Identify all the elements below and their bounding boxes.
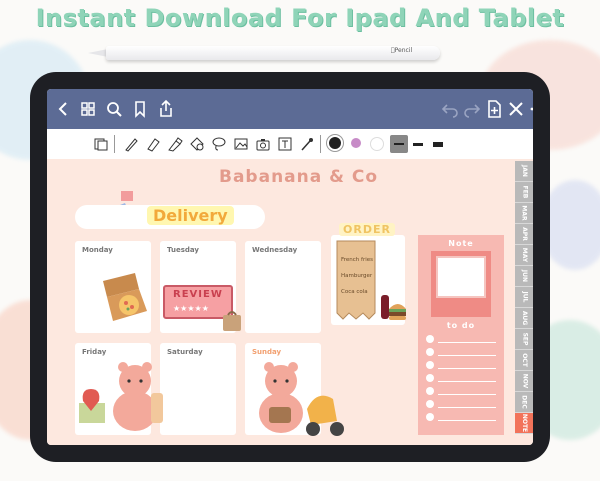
day-label: Wednesday xyxy=(252,246,298,254)
note-panel[interactable]: Note to do xyxy=(418,235,504,435)
pencil-brand: Pencil xyxy=(391,47,412,54)
tablet-device: Babanana & Co Delivery Monday Tuesday We… xyxy=(30,72,550,462)
camera-icon[interactable] xyxy=(255,136,271,152)
laser-icon[interactable] xyxy=(299,136,315,152)
tab-jun[interactable]: JUN xyxy=(515,266,533,287)
tab-oct[interactable]: OCT xyxy=(515,350,533,371)
tab-nov[interactable]: NOV xyxy=(515,371,533,392)
day-label: Monday xyxy=(82,246,113,254)
drawing-toolbar xyxy=(47,129,533,160)
todo-item[interactable] xyxy=(426,348,498,357)
planner-title: Babanana & Co xyxy=(219,167,379,187)
share-icon[interactable] xyxy=(155,98,177,120)
month-tab-strip: JAN FEB MAR APR MAY JUN JUL AUG SEP OCT … xyxy=(515,161,533,443)
shapes-icon[interactable] xyxy=(189,136,205,152)
bear-courier-illustration xyxy=(79,362,163,431)
chevron-left-icon[interactable] xyxy=(53,98,75,120)
delivery-label: Delivery xyxy=(147,206,234,225)
app-top-bar xyxy=(47,89,533,129)
tab-feb[interactable]: FEB xyxy=(515,182,533,203)
burger-illustration xyxy=(381,295,406,320)
undo-icon[interactable] xyxy=(439,98,461,120)
grid-icon[interactable] xyxy=(77,98,99,120)
tab-may[interactable]: MAY xyxy=(515,245,533,266)
close-icon[interactable] xyxy=(505,98,527,120)
tab-jan[interactable]: JAN xyxy=(515,161,533,182)
rating-stars: ★★★★★ xyxy=(173,304,209,313)
tab-dec[interactable]: DEC xyxy=(515,392,533,413)
delivery-bag-sticker xyxy=(223,311,241,331)
add-page-icon[interactable] xyxy=(483,98,505,120)
stroke-thin-button[interactable] xyxy=(390,135,408,153)
day-box-wednesday[interactable]: Wednesday xyxy=(245,241,321,333)
order-item: French fries xyxy=(341,257,374,263)
image-icon[interactable] xyxy=(233,136,249,152)
stroke-medium-button[interactable] xyxy=(413,143,423,146)
day-box-saturday[interactable]: Saturday xyxy=(160,343,236,435)
color-picker[interactable] xyxy=(370,137,384,151)
todo-title: to do xyxy=(446,321,476,330)
pen-icon[interactable] xyxy=(123,136,139,152)
tab-apr[interactable]: APR xyxy=(515,224,533,245)
bear-scooter-illustration xyxy=(259,362,344,436)
tab-aug[interactable]: AUG xyxy=(515,308,533,329)
day-label: Sunday xyxy=(252,348,282,356)
tab-jul[interactable]: JUL xyxy=(515,287,533,308)
text-icon[interactable] xyxy=(277,136,293,152)
receipt-illustration xyxy=(336,240,376,320)
tab-note[interactable]: NOTE xyxy=(515,413,533,434)
eraser-icon[interactable] xyxy=(145,136,161,152)
apple-pencil: Pencil xyxy=(88,44,440,62)
tab-sep[interactable]: SEP xyxy=(515,329,533,350)
search-icon[interactable] xyxy=(103,98,125,120)
pencil-tip xyxy=(88,49,108,57)
lasso-icon[interactable] xyxy=(211,136,227,152)
todo-item[interactable] xyxy=(426,374,498,383)
todo-item[interactable] xyxy=(426,400,498,409)
redo-icon[interactable] xyxy=(461,98,483,120)
order-title: ORDER xyxy=(339,223,395,236)
day-label: Saturday xyxy=(167,348,203,356)
note-title: Note xyxy=(448,239,474,248)
todo-item[interactable] xyxy=(426,387,498,396)
todo-item[interactable] xyxy=(426,335,498,344)
tab-mar[interactable]: MAR xyxy=(515,203,533,224)
stroke-thick-button[interactable] xyxy=(433,142,443,147)
order-item: Hamburger xyxy=(341,273,373,279)
planner-page[interactable]: Babanana & Co Delivery Monday Tuesday We… xyxy=(47,159,533,445)
pencil-body xyxy=(106,46,440,60)
review-label: REVIEW xyxy=(173,289,223,300)
pizza-box-sticker xyxy=(103,273,147,321)
todo-item[interactable] xyxy=(426,361,498,370)
layers-icon[interactable] xyxy=(93,136,109,152)
day-label: Tuesday xyxy=(167,246,199,254)
more-icon[interactable] xyxy=(525,98,533,120)
order-item: Coca cola xyxy=(341,289,368,295)
todo-item[interactable] xyxy=(426,413,498,422)
bookmark-icon[interactable] xyxy=(129,98,151,120)
note-frame xyxy=(431,251,491,317)
day-label: Friday xyxy=(82,348,107,356)
color-swatch-purple[interactable] xyxy=(351,138,361,148)
tablet-screen: Babanana & Co Delivery Monday Tuesday We… xyxy=(47,89,533,445)
color-swatch-black[interactable] xyxy=(329,137,341,149)
highlighter-icon[interactable] xyxy=(167,136,183,152)
promo-headline: Instant Download For Ipad And Tablet xyxy=(35,4,565,32)
